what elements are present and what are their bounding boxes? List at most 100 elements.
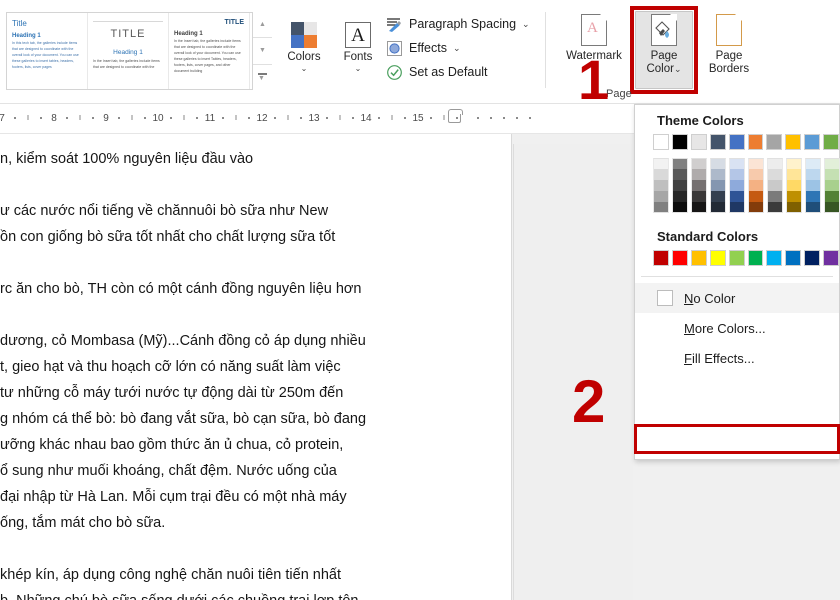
theme-variant-swatch[interactable] [653,180,669,191]
theme-variant-swatch[interactable] [786,169,802,180]
theme-variant-swatch[interactable] [653,202,669,213]
theme-variant-swatch[interactable] [748,158,764,169]
theme-variant-swatch[interactable] [786,191,802,202]
theme-color-swatch[interactable] [653,134,669,150]
theme-variant-swatch[interactable] [710,191,726,202]
theme-color-swatch[interactable] [690,134,707,150]
theme-variant-swatch[interactable] [786,158,802,169]
gallery-more-icon[interactable]: ▼ [253,64,272,90]
theme-variant-swatch[interactable] [729,169,745,180]
style-set-gallery[interactable]: Title Heading 1 In this tech tab, the ga… [6,12,272,90]
theme-variant-swatch[interactable] [767,180,783,191]
theme-variant-swatch[interactable] [653,191,669,202]
theme-variant-swatch[interactable] [691,202,707,213]
theme-variant-swatch[interactable] [710,202,726,213]
chevron-down-icon[interactable]: ⌄ [674,64,682,74]
theme-variant-swatch[interactable] [748,169,764,180]
page-borders-button[interactable]: Page Borders [700,14,758,76]
theme-color-swatch[interactable] [785,134,802,150]
theme-variant-swatch[interactable] [672,191,688,202]
theme-variant-swatch[interactable] [805,180,821,191]
style-thumb[interactable]: TITLE Heading 1 In the Insert tab, the g… [88,13,169,89]
theme-color-swatch[interactable] [709,134,726,150]
standard-color-swatch[interactable] [766,250,783,266]
theme-variant-swatch[interactable] [748,202,764,213]
standard-color-swatch[interactable] [747,250,764,266]
gallery-scroll-buttons[interactable]: ▲ ▼ ▼ [252,12,272,90]
theme-fonts-button[interactable]: A Fonts ⌄ [332,14,384,73]
theme-variant-swatch[interactable] [691,158,707,169]
standard-color-swatch[interactable] [653,250,669,266]
theme-variant-swatch[interactable] [748,191,764,202]
theme-variant-swatch[interactable] [729,158,745,169]
theme-variant-swatch[interactable] [729,202,745,213]
menu-item-fill-effects[interactable]: Fill Effects... [635,343,839,373]
theme-variant-swatch[interactable] [672,158,688,169]
theme-variant-swatch[interactable] [824,191,840,202]
theme-variant-swatch[interactable] [824,180,840,191]
standard-color-swatch[interactable] [804,250,821,266]
style-thumb[interactable]: TITLE Heading 1 In the Insert tab, the g… [169,13,250,89]
chevron-down-icon[interactable]: ⌄ [453,43,461,54]
theme-variant-swatch[interactable] [748,180,764,191]
standard-color-swatch[interactable] [709,250,726,266]
theme-color-swatch[interactable] [766,134,783,150]
theme-variant-swatch[interactable] [805,169,821,180]
theme-variant-swatch[interactable] [710,169,726,180]
page-color-dropdown-menu[interactable]: Theme Colors Standard Colors No Color Mo… [634,104,840,460]
theme-variant-swatch[interactable] [729,191,745,202]
theme-variant-swatch[interactable] [653,158,669,169]
theme-variant-swatch[interactable] [824,169,840,180]
standard-color-swatch[interactable] [690,250,707,266]
menu-item-more-colors[interactable]: More Colors... [635,313,839,343]
chevron-down-icon[interactable]: ⌄ [278,64,330,73]
theme-colors-base-row[interactable] [635,134,840,150]
theme-variant-swatch[interactable] [805,158,821,169]
theme-color-swatch[interactable] [804,134,821,150]
effects-button[interactable]: Effects ⌄ [386,36,536,60]
chevron-down-icon[interactable]: ⌄ [522,19,530,30]
ruler-indent-marker[interactable] [448,109,463,123]
menu-item-no-color[interactable]: No Color [635,283,839,313]
theme-variant-swatch[interactable] [672,169,688,180]
theme-variant-swatch[interactable] [767,169,783,180]
theme-color-swatch[interactable] [823,134,840,150]
theme-variant-swatch[interactable] [710,180,726,191]
chevron-down-icon[interactable]: ⌄ [332,64,384,73]
theme-variant-swatch[interactable] [786,202,802,213]
standard-color-swatch[interactable] [823,250,840,266]
document-page[interactable]: n, kiểm soát 100% nguyên liệu đầu vào ư c… [0,134,512,600]
theme-variant-swatch[interactable] [672,180,688,191]
theme-color-swatch[interactable] [671,134,688,150]
theme-variant-swatch[interactable] [767,202,783,213]
standard-color-swatch[interactable] [671,250,688,266]
theme-colors-variant-grid[interactable] [635,150,840,213]
theme-variant-swatch[interactable] [767,191,783,202]
theme-variant-swatch[interactable] [710,158,726,169]
style-thumb[interactable]: Title Heading 1 In this tech tab, the ga… [7,13,88,89]
set-as-default-button[interactable]: Set as Default [386,60,536,84]
ruler-tick-label: 10 [152,113,164,124]
theme-variant-swatch[interactable] [824,202,840,213]
theme-colors-button[interactable]: Colors ⌄ [278,14,330,73]
gallery-scroll-down-icon[interactable]: ▼ [253,38,272,65]
page-color-button[interactable]: Page Color⌄ [635,14,693,76]
theme-variant-swatch[interactable] [805,202,821,213]
standard-color-swatch[interactable] [728,250,745,266]
theme-variant-swatch[interactable] [691,191,707,202]
theme-variant-swatch[interactable] [691,180,707,191]
theme-color-swatch[interactable] [747,134,764,150]
standard-colors-row[interactable] [635,250,840,266]
theme-variant-swatch[interactable] [653,169,669,180]
theme-color-swatch[interactable] [728,134,745,150]
theme-variant-swatch[interactable] [767,158,783,169]
paragraph-spacing-button[interactable]: Paragraph Spacing ⌄ [386,12,536,36]
theme-variant-swatch[interactable] [691,169,707,180]
theme-variant-swatch[interactable] [824,158,840,169]
gallery-scroll-up-icon[interactable]: ▲ [253,12,272,39]
theme-variant-swatch[interactable] [672,202,688,213]
theme-variant-swatch[interactable] [786,180,802,191]
theme-variant-swatch[interactable] [729,180,745,191]
theme-variant-swatch[interactable] [805,191,821,202]
standard-color-swatch[interactable] [785,250,802,266]
